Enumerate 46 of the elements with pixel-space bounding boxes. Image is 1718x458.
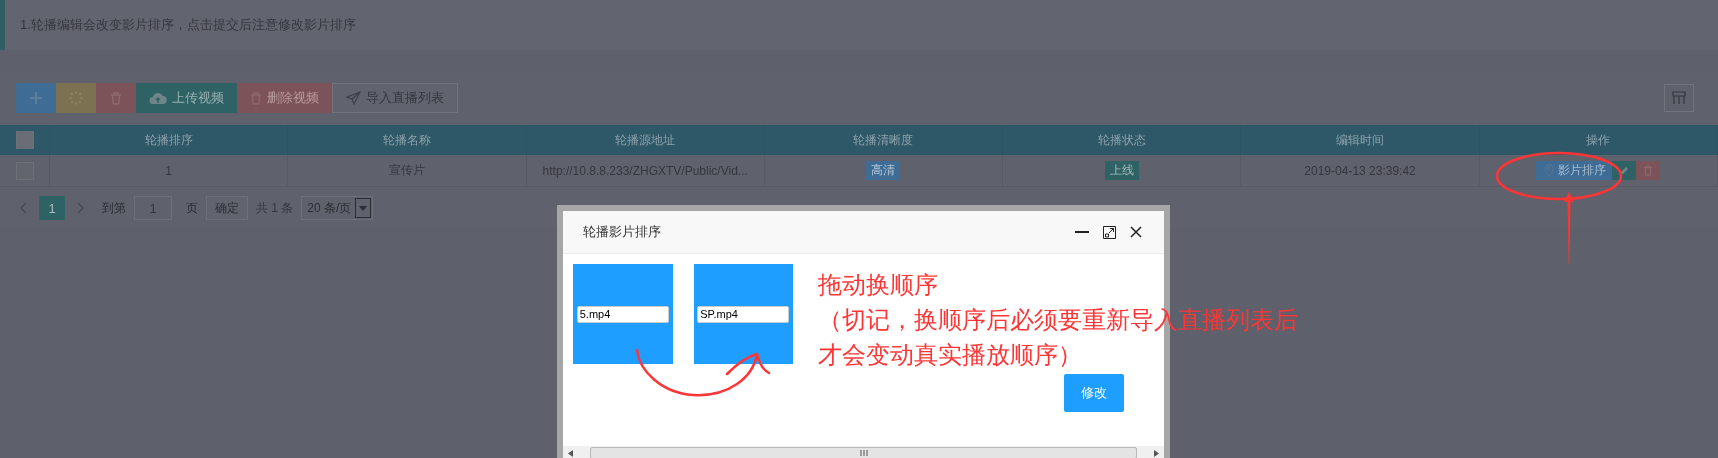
cloud-upload-icon — [149, 91, 167, 105]
close-icon[interactable] — [1130, 226, 1142, 238]
dialog-title: 轮播影片排序 — [583, 223, 661, 241]
annotation-text: （切记，换顺序后必须要重新导入直播列表后 — [818, 305, 1298, 336]
column-header: 轮播排序 — [144, 131, 193, 149]
paper-plane-icon — [346, 91, 361, 105]
quality-tag: 高清 — [866, 161, 901, 180]
column-header: 编辑时间 — [1336, 131, 1385, 149]
trash-button[interactable] — [1636, 161, 1661, 180]
previous-page-icon[interactable] — [20, 202, 27, 214]
column-header: 操作 — [1586, 131, 1611, 149]
horizontal-scrollbar[interactable] — [563, 446, 1164, 458]
next-page-icon[interactable] — [77, 202, 84, 214]
trash-icon — [1643, 165, 1654, 176]
columns-button[interactable] — [1664, 84, 1694, 112]
refresh-button[interactable] — [56, 83, 96, 113]
sort-button[interactable]: 影片排序 — [1536, 161, 1613, 180]
plus-icon — [30, 92, 42, 104]
video-tile[interactable]: SP.mp4 — [693, 264, 793, 364]
scroll-left-icon[interactable] — [568, 449, 573, 457]
edit-button[interactable] — [1612, 161, 1637, 180]
add-button[interactable] — [16, 83, 56, 113]
page-button[interactable]: 1 — [39, 196, 65, 220]
submit-button[interactable]: 修改 — [1064, 374, 1124, 412]
trash-button[interactable] — [96, 83, 136, 113]
scroll-right-icon[interactable] — [1154, 449, 1159, 457]
annotation-text: 才会变动真实播放顺序） — [818, 340, 1083, 371]
map-pin-icon — [1544, 164, 1555, 177]
filename-field[interactable]: 5.mp4 — [576, 305, 669, 323]
video-tile[interactable]: 5.mp4 — [573, 264, 673, 364]
maximize-icon[interactable] — [1103, 225, 1116, 239]
caret-icon — [359, 205, 368, 211]
column-header: 轮播名称 — [382, 131, 431, 149]
column-header: 轮播清晰度 — [853, 131, 914, 149]
select-all-checkbox[interactable] — [15, 131, 34, 149]
minimize-icon[interactable] — [1075, 231, 1089, 233]
trash-button[interactable]: 删除视频 — [237, 83, 332, 113]
upload-button[interactable]: 上传视频 — [136, 83, 237, 113]
columns-icon — [1672, 91, 1686, 105]
pencil-icon — [1619, 165, 1630, 176]
column-header: 轮播源地址 — [615, 131, 676, 149]
grip-icon — [859, 450, 868, 456]
filename-field[interactable]: SP.mp4 — [697, 305, 790, 323]
annotation-text: 拖动换顺序 — [818, 270, 939, 301]
column-header: 轮播状态 — [1097, 131, 1146, 149]
status-tag: 上线 — [1104, 161, 1139, 180]
